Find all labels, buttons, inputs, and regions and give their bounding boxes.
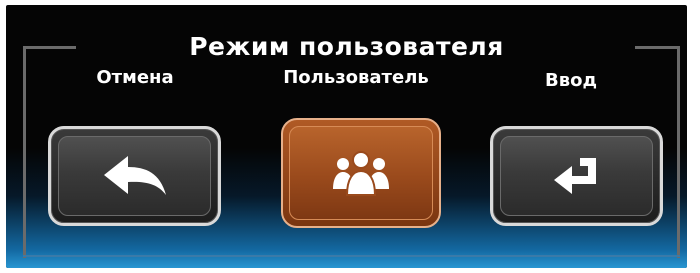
enter-button-face [500, 136, 653, 216]
user-mode-panel: Режим пользователя Отмена Пользователь В… [6, 5, 687, 268]
frame-bottom-line [23, 255, 680, 257]
cancel-button[interactable] [48, 126, 221, 226]
back-arrow-icon [103, 156, 166, 195]
enter-label: Ввод [544, 70, 597, 91]
page-title: Режим пользователя [189, 32, 504, 61]
user-button[interactable] [281, 118, 441, 228]
cancel-label: Отмена [96, 67, 174, 88]
enter-button[interactable] [490, 126, 663, 226]
frame-left-line [23, 46, 26, 258]
cancel-button-face [58, 136, 211, 216]
user-button-face [289, 126, 433, 220]
user-label: Пользователь [283, 67, 429, 88]
enter-return-icon [553, 158, 596, 194]
frame-right-line [677, 46, 680, 258]
users-group-icon [333, 151, 389, 196]
